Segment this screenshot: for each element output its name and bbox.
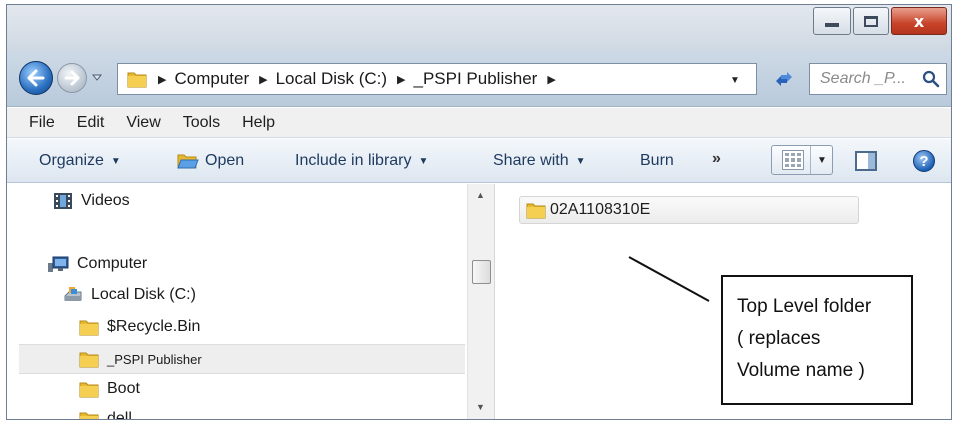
burn-button[interactable]: Burn: [640, 152, 674, 170]
refresh-icon: [776, 72, 792, 86]
folder-icon: [79, 320, 99, 336]
include-in-library-button[interactable]: Include in library ▼: [295, 152, 428, 170]
open-label: Open: [205, 152, 245, 169]
scrollbar-thumb[interactable]: [472, 260, 491, 284]
breadcrumb-separator-icon[interactable]: ▶: [547, 73, 555, 86]
folder-name: 02A1108310E: [550, 201, 651, 218]
minimize-button[interactable]: [813, 7, 851, 35]
tree-item-pspi-publisher[interactable]: _PSPI Publisher: [19, 344, 465, 374]
back-arrow-icon: [27, 69, 45, 87]
breadcrumb-separator-icon[interactable]: ▶: [397, 73, 405, 86]
address-dropdown-icon[interactable]: ▼: [730, 75, 740, 86]
breadcrumb-separator-icon[interactable]: ▶: [259, 73, 267, 86]
annotation-line: Top Level folder: [737, 296, 872, 317]
tree-label: dell: [107, 410, 132, 420]
tree-item-videos[interactable]: Videos: [53, 192, 130, 210]
tree-label: Videos: [81, 192, 130, 209]
chevron-down-icon: ▼: [575, 155, 586, 167]
share-with-label: Share with: [493, 152, 569, 169]
folder-icon: [127, 72, 147, 88]
open-folder-icon: [177, 154, 199, 169]
maximize-button[interactable]: [853, 7, 889, 35]
tree-label: _PSPI Publisher: [107, 351, 202, 367]
change-view-button[interactable]: ▼: [771, 145, 833, 175]
tree-item-boot[interactable]: Boot: [79, 380, 140, 398]
folder-icon: [79, 382, 99, 398]
chevron-down-icon: ▼: [418, 155, 429, 167]
view-divider: [810, 146, 811, 174]
open-button[interactable]: Open: [177, 152, 244, 170]
local-disk-icon: [64, 287, 82, 301]
explorer-window: x ▶ Computer ▶ Local Disk (C:) ▶ _PSPI P…: [6, 4, 952, 420]
tree-label: Boot: [107, 380, 140, 397]
chevron-down-icon: ▼: [110, 155, 121, 167]
title-bar: x: [7, 5, 951, 51]
breadcrumb-computer[interactable]: Computer: [174, 69, 249, 89]
breadcrumb-separator-icon[interactable]: ▶: [158, 73, 166, 86]
computer-icon: [48, 256, 69, 272]
more-commands-button[interactable]: »: [712, 150, 721, 168]
folder-icon: [79, 412, 99, 419]
folder-icon: [79, 352, 99, 368]
chevron-down-icon[interactable]: ▼: [817, 155, 827, 166]
navigation-pane: Videos Computer Local Disk (C:) $Recycle…: [7, 184, 467, 420]
menu-tools[interactable]: Tools: [181, 114, 222, 132]
tree-label: $Recycle.Bin: [107, 318, 201, 335]
refresh-button[interactable]: [765, 63, 803, 95]
annotation-line: Volume name ): [737, 360, 865, 381]
tree-item-local-disk[interactable]: Local Disk (C:): [63, 286, 196, 304]
breadcrumb-pspi-publisher[interactable]: _PSPI Publisher: [414, 69, 538, 89]
tree-label: Computer: [77, 255, 148, 272]
back-button[interactable]: [19, 61, 53, 95]
videos-icon: [54, 193, 72, 209]
organize-label: Organize: [39, 152, 104, 169]
close-button[interactable]: x: [891, 7, 947, 35]
navigation-bar: ▶ Computer ▶ Local Disk (C:) ▶ _PSPI Pub…: [7, 51, 951, 107]
tree-label: Local Disk (C:): [91, 286, 196, 303]
search-icon[interactable]: [922, 70, 940, 88]
folder-item[interactable]: 02A1108310E: [519, 196, 859, 224]
tree-item-recycle-bin[interactable]: $Recycle.Bin: [79, 318, 200, 336]
annotation-callout: Top Level folder ( replaces Volume name …: [721, 275, 913, 405]
annotation-line: ( replaces: [737, 328, 821, 349]
include-in-library-label: Include in library: [295, 152, 412, 169]
share-with-button[interactable]: Share with ▼: [493, 152, 586, 170]
search-placeholder: Search _P...: [820, 70, 906, 87]
scroll-up-icon[interactable]: ▲: [476, 190, 485, 200]
burn-label: Burn: [640, 152, 674, 169]
menu-bar: File Edit View Tools Help: [7, 108, 951, 138]
minimize-icon: [825, 23, 839, 27]
menu-view[interactable]: View: [124, 114, 162, 132]
maximize-icon: [864, 15, 878, 27]
breadcrumb-local-disk[interactable]: Local Disk (C:): [276, 69, 387, 89]
organize-button[interactable]: Organize ▼: [39, 152, 121, 170]
address-bar[interactable]: ▶ Computer ▶ Local Disk (C:) ▶ _PSPI Pub…: [117, 63, 757, 95]
menu-help[interactable]: Help: [240, 114, 277, 132]
view-grid-icon: [782, 150, 804, 170]
annotation-pointer-line: [628, 256, 710, 302]
recent-pages-icon[interactable]: [91, 71, 103, 83]
forward-arrow-icon: [64, 70, 80, 86]
forward-button[interactable]: [57, 63, 87, 93]
preview-pane-icon[interactable]: [855, 151, 877, 171]
tree-item-dell[interactable]: dell: [79, 410, 132, 420]
help-icon[interactable]: ?: [913, 150, 935, 172]
close-icon: x: [913, 11, 925, 31]
folder-icon: [526, 203, 546, 219]
menu-edit[interactable]: Edit: [75, 114, 107, 132]
tree-item-computer[interactable]: Computer: [47, 255, 147, 273]
command-bar: Organize ▼ Open Include in library ▼ Share…: [7, 139, 951, 183]
search-input[interactable]: Search _P...: [809, 63, 947, 95]
scroll-down-icon[interactable]: ▼: [476, 402, 485, 412]
menu-file[interactable]: File: [27, 114, 57, 132]
navigation-scrollbar[interactable]: ▲ ▼: [467, 184, 495, 419]
